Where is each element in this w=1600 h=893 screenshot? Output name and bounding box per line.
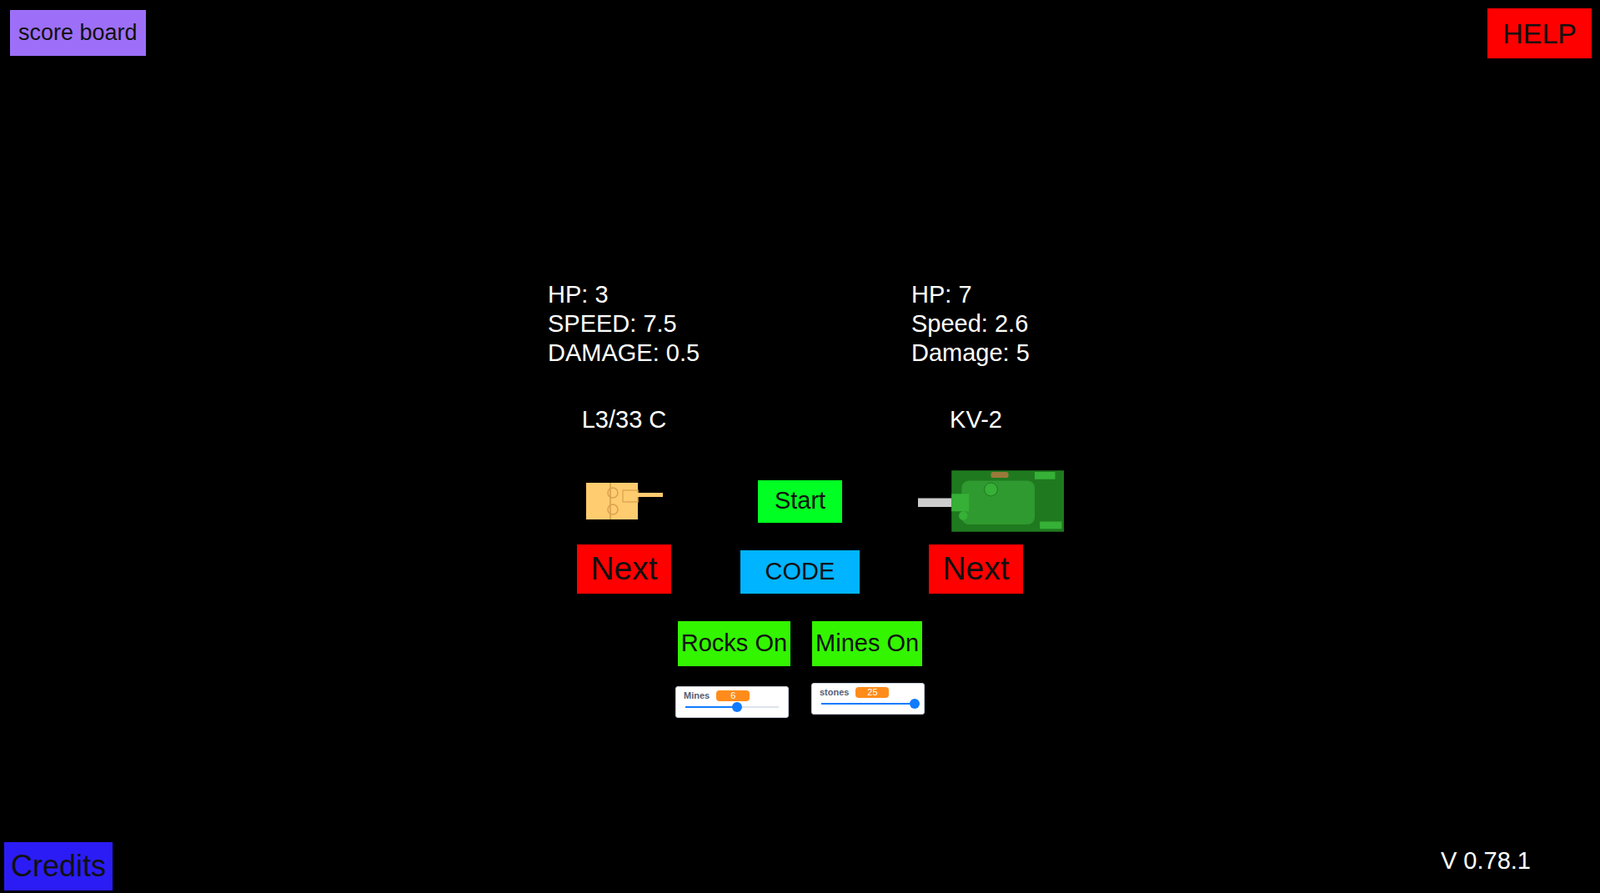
heavy-tank-icon bbox=[917, 466, 1064, 537]
bottom-bar: Credits V 0.78.1 bbox=[0, 842, 1600, 893]
slider-value: 6 bbox=[716, 690, 750, 702]
menu: HP: 3SPEED: 7.5DAMAGE: 0.5 HP: 7Speed: 2.… bbox=[0, 58, 1600, 718]
game-screen: score boardHELPHP: 3SPEED: 7.5DAMAGE: 0.… bbox=[0, 0, 1600, 893]
credits-button[interactable]: Credits bbox=[4, 842, 113, 891]
top-bar: score board HELP bbox=[0, 0, 1600, 59]
tank-stats: HP: 7Speed: 2.6Damage: 5 bbox=[887, 280, 1064, 368]
stat-line: Damage: 5 bbox=[911, 338, 1064, 368]
start-button[interactable]: Start bbox=[757, 480, 843, 523]
tank-name: L3/33 C bbox=[536, 405, 713, 435]
light-tank-icon bbox=[586, 482, 663, 520]
toggle-button[interactable]: Mines On bbox=[812, 621, 923, 667]
toggle-button[interactable]: Rocks On bbox=[677, 621, 791, 667]
slider[interactable]: stones 25 bbox=[811, 682, 925, 715]
tank-stats: HP: 3SPEED: 7.5DAMAGE: 0.5 bbox=[536, 280, 713, 368]
stat-line: Speed: 2.6 bbox=[911, 309, 1064, 339]
slider-value: 25 bbox=[855, 687, 889, 698]
slider-track[interactable] bbox=[685, 702, 779, 713]
slider-thumb[interactable] bbox=[732, 702, 743, 713]
stat-line: DAMAGE: 0.5 bbox=[547, 338, 713, 368]
next-button[interactable]: Next bbox=[576, 544, 671, 594]
stat-line: HP: 7 bbox=[911, 280, 1064, 310]
next-button[interactable]: Next bbox=[928, 544, 1023, 594]
code-button[interactable]: CODE bbox=[740, 550, 861, 594]
stat-line: SPEED: 7.5 bbox=[547, 309, 713, 339]
help-button[interactable]: HELP bbox=[1487, 8, 1592, 59]
scoreboard-button[interactable]: score board bbox=[10, 10, 146, 56]
stat-line: HP: 3 bbox=[547, 280, 713, 310]
slider-label: Mines bbox=[683, 689, 710, 702]
slider-track[interactable] bbox=[821, 698, 915, 709]
slider-thumb[interactable] bbox=[909, 698, 920, 709]
slider[interactable]: Mines 6 bbox=[675, 686, 789, 718]
version-label: V 0.78.1 bbox=[1440, 842, 1531, 892]
slider-label: stones bbox=[819, 686, 849, 698]
tank-name: KV-2 bbox=[887, 405, 1064, 435]
